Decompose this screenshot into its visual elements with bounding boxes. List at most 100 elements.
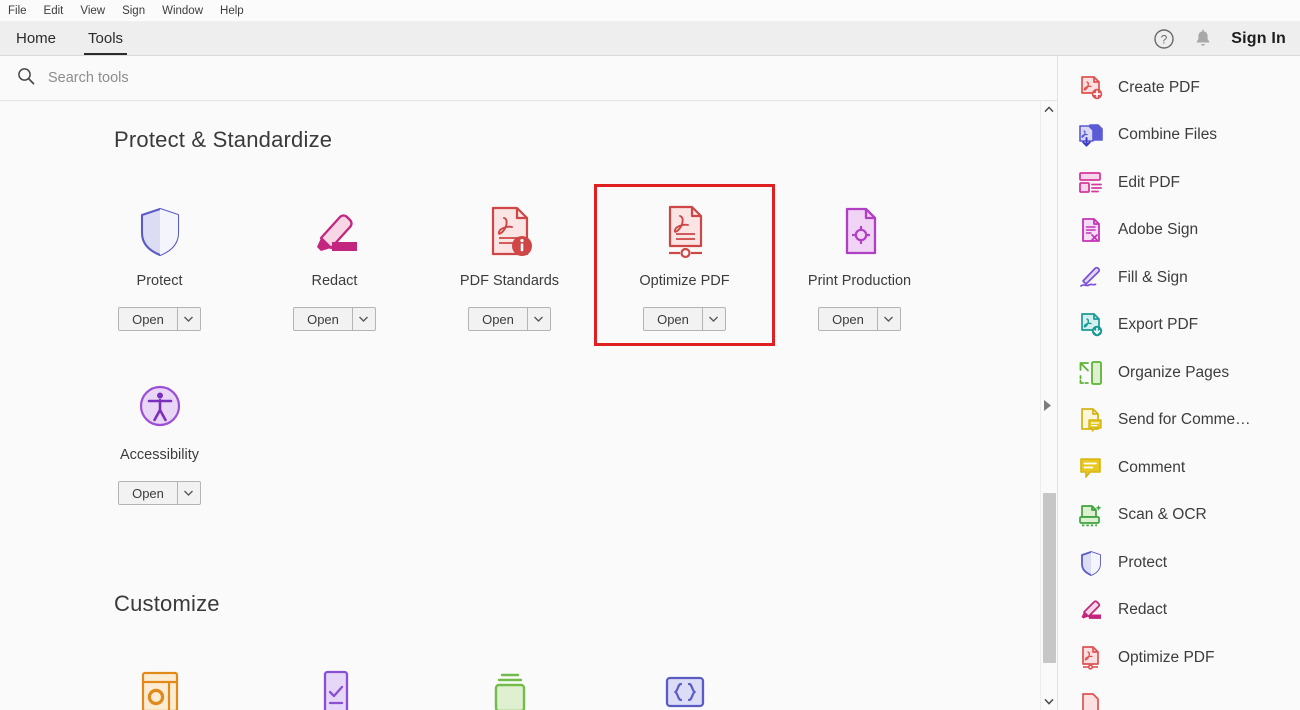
sidebar-item-label: Edit PDF <box>1118 173 1181 191</box>
menu-item-window[interactable]: Window <box>162 5 203 17</box>
sidebar-item-create-pdf[interactable]: Create PDF <box>1058 64 1300 112</box>
menu-bar: File Edit View Sign Window Help <box>0 0 1300 22</box>
tool-tile-optimize-pdf[interactable]: Optimize PDF Open <box>594 184 775 346</box>
chevron-down-icon[interactable] <box>528 308 550 330</box>
tool-tile-label: PDF Standards <box>459 273 560 289</box>
open-button[interactable]: Open <box>293 307 376 331</box>
sidebar-item-export-pdf[interactable]: Export PDF <box>1058 302 1300 350</box>
tool-tile-javascript[interactable] <box>597 647 772 710</box>
open-button[interactable]: Open <box>468 307 551 331</box>
protect-icon <box>1078 550 1104 576</box>
open-button-label: Open <box>832 311 864 327</box>
accessibility-icon <box>135 375 185 437</box>
sidebar-item-protect[interactable]: Protect <box>1058 539 1300 587</box>
sidebar-item-partial[interactable] <box>1058 682 1300 710</box>
chevron-down-icon[interactable] <box>178 308 200 330</box>
chevron-down-icon[interactable] <box>178 482 200 504</box>
sidebar-item-label: Comment <box>1118 458 1186 476</box>
sidebar-item-label: Combine Files <box>1118 126 1218 144</box>
tool-tile-pdf-standards[interactable]: PDF Standards Open <box>422 187 597 343</box>
tool-tile-redact[interactable]: Redact Open <box>247 187 422 343</box>
sidebar-item-edit-pdf[interactable]: Edit PDF <box>1058 159 1300 207</box>
pdf-document-icon <box>1078 692 1104 710</box>
scroll-down-button[interactable] <box>1041 693 1058 710</box>
sign-in-button[interactable]: Sign In <box>1231 30 1286 48</box>
sidebar-item-scan-ocr[interactable]: Scan & OCR <box>1058 492 1300 540</box>
sidebar-item-organize-pages[interactable]: Organize Pages <box>1058 349 1300 397</box>
bell-icon[interactable] <box>1193 28 1213 50</box>
open-button-label: Open <box>482 311 514 327</box>
sidebar-item-label: Redact <box>1118 601 1168 619</box>
fill-sign-icon <box>1078 265 1104 291</box>
sidebar-item-label: Scan & OCR <box>1118 506 1207 524</box>
open-button[interactable]: Open <box>818 307 901 331</box>
tab-home-label: Home <box>16 30 57 47</box>
sidebar-item-comment[interactable]: Comment <box>1058 444 1300 492</box>
sidebar-item-label: Optimize PDF <box>1118 648 1215 666</box>
tool-row <box>0 647 1057 710</box>
redact-icon <box>1078 597 1104 623</box>
tools-main-panel: Search tools Protect & Standardize Prote… <box>0 56 1058 710</box>
tool-tile-index[interactable] <box>422 647 597 710</box>
sidebar-item-label: Organize Pages <box>1118 363 1230 381</box>
triangle-right-icon[interactable] <box>1041 399 1053 413</box>
sidebar-item-label: Adobe Sign <box>1118 221 1199 239</box>
edit-pdf-icon <box>1078 170 1104 196</box>
tool-tile-protect[interactable]: Protect Open <box>72 187 247 343</box>
tool-tile-print-production[interactable]: Print Production Open <box>772 187 947 343</box>
create-custom-tool-icon <box>136 661 184 710</box>
scroll-up-button[interactable] <box>1041 101 1058 118</box>
sidebar-item-fill-sign[interactable]: Fill & Sign <box>1058 254 1300 302</box>
organize-pages-icon <box>1078 360 1104 386</box>
sidebar-item-label: Create PDF <box>1118 78 1200 96</box>
section-title-customize: Customize <box>114 591 220 616</box>
open-button[interactable]: Open <box>118 307 201 331</box>
chevron-down-icon[interactable] <box>878 308 900 330</box>
tools-sidebar: Create PDF Combine Files Edit PDF Adobe … <box>1058 56 1300 710</box>
svg-text:?: ? <box>1161 32 1168 46</box>
pdf-optimize-icon <box>660 201 710 263</box>
tab-tools[interactable]: Tools <box>72 22 139 55</box>
menu-item-sign[interactable]: Sign <box>122 5 145 17</box>
sidebar-item-redact[interactable]: Redact <box>1058 587 1300 635</box>
menu-item-help[interactable]: Help <box>220 5 244 17</box>
open-button-label: Open <box>307 311 339 327</box>
chevron-down-icon[interactable] <box>703 308 725 330</box>
search-icon <box>16 66 36 91</box>
index-icon <box>486 661 534 710</box>
menu-item-file[interactable]: File <box>8 5 27 17</box>
sidebar-item-adobe-sign[interactable]: Adobe Sign <box>1058 207 1300 255</box>
menu-item-edit[interactable]: Edit <box>44 5 64 17</box>
sidebar-item-optimize-pdf[interactable]: Optimize PDF <box>1058 634 1300 682</box>
tool-tile-label: Redact <box>311 273 358 289</box>
javascript-icon <box>659 661 711 710</box>
tools-scroll-area: Protect & Standardize Protect Open Redac… <box>0 101 1057 710</box>
scrollbar-thumb[interactable] <box>1042 493 1056 663</box>
tool-tile-label: Protect <box>136 273 183 289</box>
tool-tile-label: Print Production <box>807 273 912 289</box>
sidebar-item-label: Export PDF <box>1118 316 1199 334</box>
tab-bar-actions: ? Sign In <box>1153 22 1300 55</box>
sidebar-item-combine-files[interactable]: Combine Files <box>1058 112 1300 160</box>
tool-row: Protect Open Redact Open PDF Standards O… <box>0 184 1057 346</box>
open-button[interactable]: Open <box>118 481 201 505</box>
help-circle-icon[interactable]: ? <box>1153 28 1175 50</box>
sidebar-item-send-for-comment[interactable]: Send for Comme… <box>1058 397 1300 445</box>
chevron-down-icon[interactable] <box>353 308 375 330</box>
print-production-icon <box>836 201 884 263</box>
marker-icon <box>307 201 363 263</box>
search-bar[interactable]: Search tools <box>0 56 1057 101</box>
body: Search tools Protect & Standardize Prote… <box>0 56 1300 710</box>
tool-tile-accessibility[interactable]: Accessibility Open <box>72 361 247 517</box>
optimize-pdf-icon <box>1078 645 1104 671</box>
sidebar-item-label: Fill & Sign <box>1118 268 1188 286</box>
tool-tile-create-custom-tool[interactable] <box>72 647 247 710</box>
section-title-protect-standardize: Protect & Standardize <box>114 127 333 152</box>
open-button-label: Open <box>132 485 164 501</box>
search-input[interactable]: Search tools <box>48 70 129 86</box>
tool-tile-action-wizard[interactable] <box>247 647 422 710</box>
menu-item-view[interactable]: View <box>80 5 105 17</box>
comment-icon <box>1078 455 1104 481</box>
tab-home[interactable]: Home <box>0 22 72 55</box>
open-button[interactable]: Open <box>643 307 726 331</box>
